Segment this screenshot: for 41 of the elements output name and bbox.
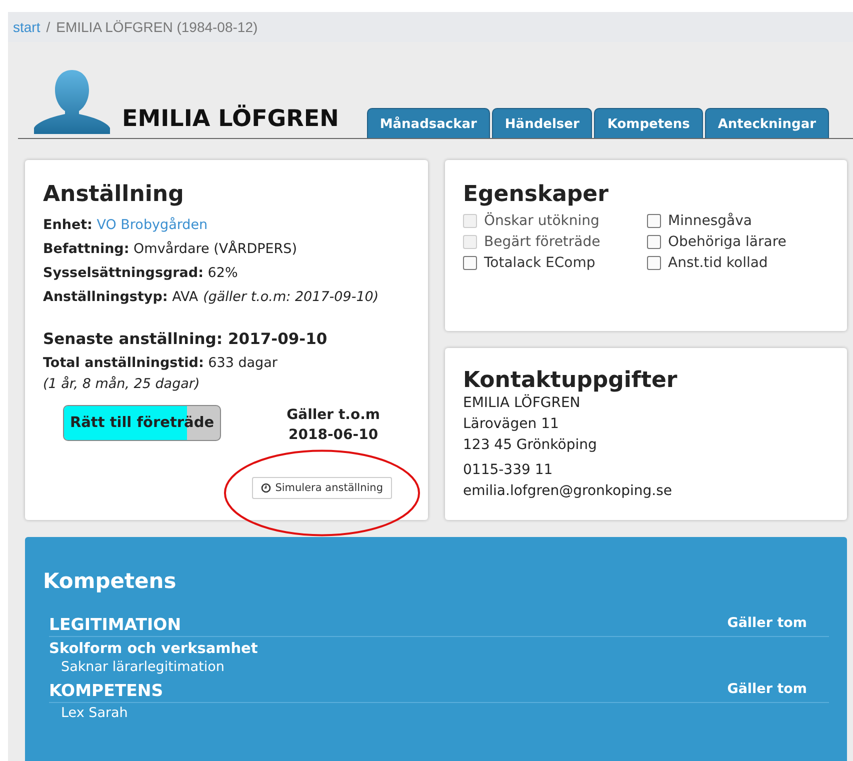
column-heading: Gäller tom — [727, 615, 807, 633]
checkbox-label: Önskar utökning — [484, 213, 600, 229]
field-line: Sysselsättningsgrad: 62% — [43, 264, 239, 283]
competence-item: Saknar lärarlegitimation — [61, 659, 226, 675]
field-line: Anställningstyp: AVA (gäller t.o.m: 2017-09-10) — [43, 288, 380, 307]
checkbox-label: Obehöriga lärare — [668, 234, 786, 250]
total-employment-detail: (1 år, 8 mån, 25 dagar) — [43, 375, 201, 393]
group-title: Skolform och verksamhet — [49, 641, 259, 657]
simulate-button[interactable]: Simulera anställning — [252, 477, 392, 499]
checkbox-label: Begärt företräde — [484, 234, 600, 250]
person-name: EMILIA LÖFGREN — [122, 106, 339, 132]
breadcrumb-link[interactable]: start — [13, 19, 40, 35]
section-heading: KOMPETENS — [49, 681, 164, 700]
tab[interactable]: Händelser — [492, 108, 592, 138]
checkbox-label: Anst.tid kollad — [668, 255, 768, 271]
field-line: Enhet: VO Brobygården — [43, 216, 209, 235]
field-line: Befattning: Omvårdare (VÅRDPERS) — [43, 240, 298, 259]
total-employment: Total anställningstid: 633 dagar — [43, 354, 278, 373]
section-heading: LEGITIMATION — [49, 615, 181, 634]
unit-link[interactable]: VO Brobygården — [96, 217, 208, 233]
tab[interactable]: Kompetens — [594, 108, 703, 138]
card-title: Egenskaper — [463, 182, 610, 207]
card-title: Kontaktuppgifter — [463, 370, 678, 391]
contact-name: EMILIA LÖFGREN — [463, 393, 582, 413]
valid-date: 2018-06-10 — [288, 426, 380, 445]
tab[interactable]: Anteckningar — [704, 108, 829, 138]
competence-item: Lex Sarah — [61, 705, 129, 721]
valid-label: Gäller t.o.m — [286, 406, 380, 425]
panel-title: Kompetens — [43, 569, 178, 593]
contact-email: emilia.lofgren@gronkoping.se — [463, 482, 673, 501]
card-title: Anställning — [43, 182, 185, 207]
column-heading: Gäller tom — [727, 681, 807, 699]
contact-street: Lärovägen 11 — [463, 415, 560, 434]
contact-city: 123 45 Grönköping — [463, 436, 598, 455]
breadcrumb-separator: / — [46, 19, 50, 35]
tab[interactable]: Månadsackar — [366, 108, 490, 138]
breadcrumb-current: EMILIA LÖFGREN (1984-08-12) — [56, 19, 258, 35]
latest-employment: Senaste anställning: 2017-09-10 — [43, 329, 328, 350]
contact-phone: 0115-339 11 — [463, 461, 554, 480]
checkbox-label: Totalack EComp — [484, 255, 596, 271]
checkbox-label: Minnesgåva — [668, 213, 752, 229]
